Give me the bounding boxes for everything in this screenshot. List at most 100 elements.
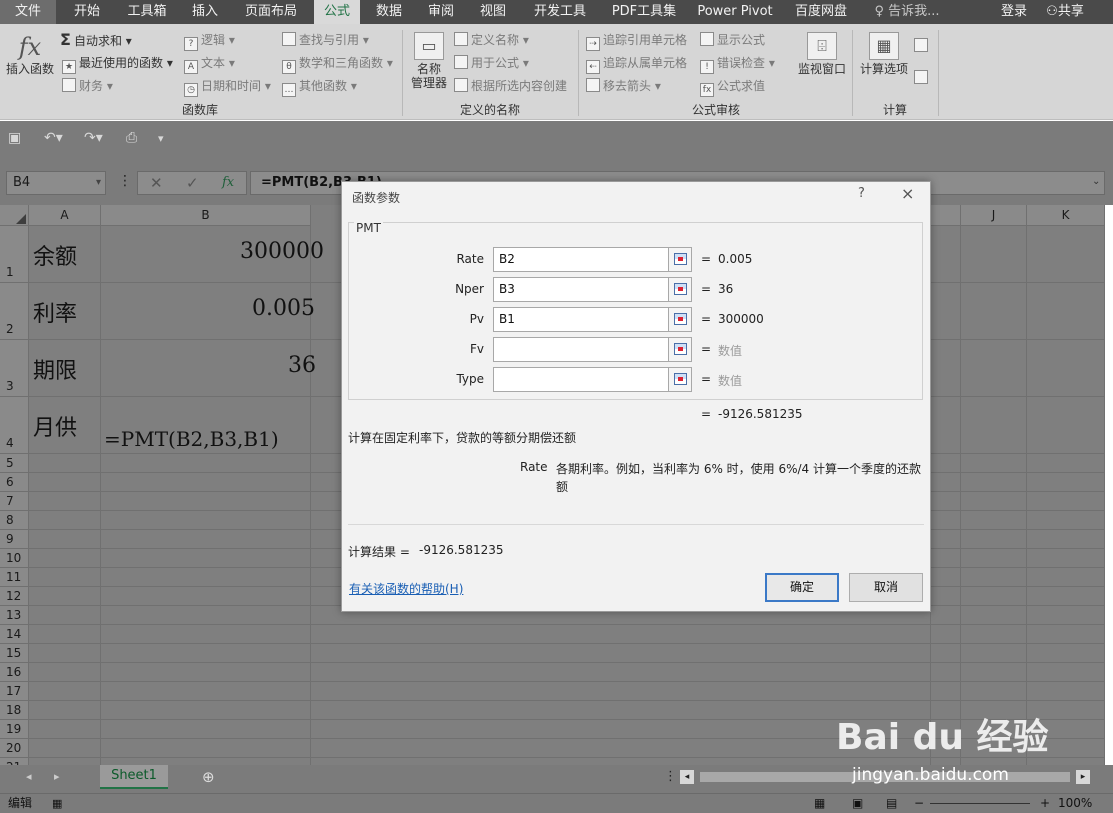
page-layout-view-icon[interactable]: ▣ <box>852 794 863 813</box>
grid-cell[interactable] <box>1027 226 1105 283</box>
collapse-dialog-button-fv[interactable] <box>668 337 692 362</box>
recent-functions-button[interactable]: ★ 最近使用的函数 ▾ <box>62 55 173 74</box>
define-name-button[interactable]: 定义名称 ▾ <box>454 32 529 48</box>
grid-cell[interactable] <box>29 473 101 492</box>
grid-cell[interactable] <box>1027 340 1105 397</box>
grid-cell[interactable] <box>931 606 961 625</box>
normal-view-icon[interactable]: ▦ <box>814 794 825 813</box>
customize-qat-icon[interactable]: ▾ <box>158 132 164 145</box>
grid-cell[interactable] <box>961 663 1027 682</box>
grid-cell[interactable] <box>29 682 101 701</box>
math-button[interactable]: θ 数学和三角函数 ▾ <box>282 55 393 74</box>
zoom-level[interactable]: 100% <box>1058 794 1092 813</box>
grid-cell[interactable] <box>1027 511 1105 530</box>
tab-pdf-tools[interactable]: PDF工具集 <box>604 0 684 24</box>
grid-cell[interactable] <box>29 739 101 758</box>
scroll-left-icon[interactable]: ◂ <box>26 770 32 783</box>
tab-review[interactable]: 审阅 <box>418 0 464 24</box>
save-icon[interactable]: ▣ <box>8 130 21 146</box>
grid-cell[interactable] <box>1027 492 1105 511</box>
row-header-1[interactable]: 1 <box>0 226 29 283</box>
cell-a2[interactable]: 利率 <box>33 296 77 328</box>
grid-cell[interactable] <box>931 587 961 606</box>
grid-cell[interactable] <box>29 644 101 663</box>
cell-b1[interactable]: 300000 <box>240 239 324 264</box>
grid-cell[interactable] <box>961 682 1027 701</box>
grid-cell[interactable] <box>961 454 1027 473</box>
collapse-dialog-button-nper[interactable] <box>668 277 692 302</box>
cell-a1[interactable]: 余额 <box>33 239 77 271</box>
grid-cell[interactable] <box>101 511 311 530</box>
grid-cell[interactable] <box>101 625 311 644</box>
row-header-17[interactable]: 17 <box>0 682 29 701</box>
grid-cell[interactable] <box>29 663 101 682</box>
grid-cell[interactable] <box>101 340 311 397</box>
dialog-help-button[interactable]: ? <box>858 186 865 201</box>
text-button[interactable]: A 文本 ▾ <box>184 55 235 74</box>
grid-cell[interactable] <box>961 397 1027 454</box>
row-header-16[interactable]: 16 <box>0 663 29 682</box>
arg-input-fv[interactable] <box>493 337 691 362</box>
row-header-19[interactable]: 19 <box>0 720 29 739</box>
grid-cell[interactable] <box>931 682 961 701</box>
grid-cell[interactable] <box>931 454 961 473</box>
grid-cell[interactable] <box>29 720 101 739</box>
login-button[interactable]: 登录 <box>996 0 1032 24</box>
grid-cell[interactable] <box>101 701 311 720</box>
row-header-9[interactable]: 9 <box>0 530 29 549</box>
trace-precedents-button[interactable]: ⇢ 追踪引用单元格 <box>586 32 687 51</box>
tab-insert[interactable]: 插入 <box>182 0 228 24</box>
sheet-tab-sheet1[interactable]: Sheet1 <box>100 765 168 789</box>
grid-cell[interactable] <box>101 587 311 606</box>
grid-cell[interactable] <box>961 340 1027 397</box>
tab-file[interactable]: 文件 <box>0 0 56 24</box>
grid-cell[interactable] <box>1027 397 1105 454</box>
cell-b4[interactable]: =PMT(B2,B3,B1) <box>104 427 279 451</box>
tab-data[interactable]: 数据 <box>366 0 412 24</box>
datetime-button[interactable]: ◷ 日期和时间 ▾ <box>184 78 271 97</box>
grid-cell[interactable] <box>931 530 961 549</box>
grid-cell[interactable] <box>931 283 961 340</box>
hscroll-right-icon[interactable]: ▸ <box>1076 770 1090 784</box>
error-check-button[interactable]: ! 错误检查 ▾ <box>700 55 775 74</box>
grid-cell[interactable] <box>29 625 101 644</box>
add-sheet-icon[interactable]: ⊕ <box>202 768 215 786</box>
grid-cell[interactable] <box>931 340 961 397</box>
collapse-dialog-button-rate[interactable] <box>668 247 692 272</box>
tab-toolbox[interactable]: 工具箱 <box>118 0 176 24</box>
grid-cell[interactable] <box>1027 283 1105 340</box>
grid-cell[interactable] <box>961 568 1027 587</box>
grid-cell[interactable] <box>101 549 311 568</box>
grid-cell[interactable] <box>101 682 311 701</box>
grid-cell[interactable] <box>1027 606 1105 625</box>
grid-cell[interactable] <box>1027 549 1105 568</box>
tell-me-search[interactable]: ♀ 告诉我... <box>870 0 944 24</box>
use-in-formula-button[interactable]: 用于公式 ▾ <box>454 55 529 71</box>
grid-cell[interactable] <box>961 283 1027 340</box>
column-header-b[interactable]: B <box>101 205 311 226</box>
row-header-3[interactable]: 3 <box>0 340 29 397</box>
tab-formulas[interactable]: 公式 <box>314 0 360 24</box>
tab-home[interactable]: 开始 <box>62 0 112 24</box>
name-box[interactable]: B4 ▾ <box>6 171 106 195</box>
grid-cell[interactable] <box>29 758 101 765</box>
grid-cell[interactable] <box>101 644 311 663</box>
tab-page-layout[interactable]: 页面布局 <box>234 0 308 24</box>
grid-cell[interactable] <box>101 739 311 758</box>
grid-cell[interactable] <box>961 644 1027 663</box>
macro-record-icon[interactable]: ▦ <box>52 794 62 813</box>
grid-cell[interactable] <box>29 454 101 473</box>
hscroll-left-icon[interactable]: ◂ <box>680 770 694 784</box>
column-header-a[interactable]: A <box>29 205 101 226</box>
watch-window-button[interactable]: ⌹ 监视窗口 <box>796 32 848 76</box>
name-manager-button[interactable]: ▭ 名称 管理器 <box>408 32 450 90</box>
row-header-2[interactable]: 2 <box>0 283 29 340</box>
row-header-7[interactable]: 7 <box>0 492 29 511</box>
zoom-slider[interactable] <box>930 803 1030 804</box>
grid-cell[interactable] <box>931 492 961 511</box>
evaluate-formula-button[interactable]: fx 公式求值 <box>700 78 765 97</box>
cancel-x-icon[interactable]: ✕ <box>150 174 163 192</box>
grid-cell[interactable] <box>29 511 101 530</box>
grid-cell[interactable] <box>961 549 1027 568</box>
arg-input-pv[interactable]: B1 <box>493 307 691 332</box>
